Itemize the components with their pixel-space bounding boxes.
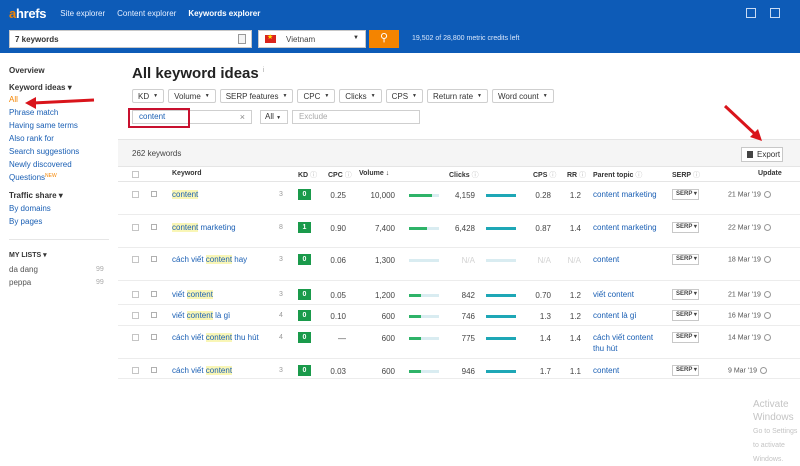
annotation-arrow-right xyxy=(723,104,758,137)
annotation-arrows xyxy=(25,97,762,141)
annotation-arrowhead-left xyxy=(25,97,36,109)
annotation-arrow-left xyxy=(32,98,95,105)
windows-watermark: Activate Windows Go to Settings to activa… xyxy=(753,399,798,463)
